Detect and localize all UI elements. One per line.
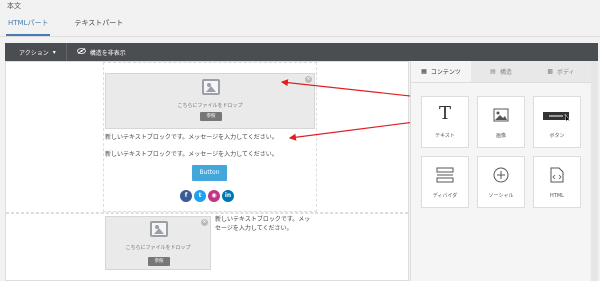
block-html-label: HTML <box>550 193 564 199</box>
facebook-icon[interactable]: f <box>180 190 192 202</box>
tab-contents[interactable]: ▦ コンテンツ <box>411 61 471 82</box>
email-editor-page: 本文 HTMLパート テキストパート アクション ▾ 構造を非表示 こちらにファ… <box>0 0 600 281</box>
structure-icon: ▤ <box>490 68 496 75</box>
block-text[interactable]: T テキスト <box>421 96 469 148</box>
section-title: 本文 <box>7 2 21 10</box>
drop-text: こちらにファイルをドロップ <box>125 245 191 251</box>
button-icon <box>543 107 571 126</box>
block-html[interactable]: HTML <box>533 156 581 208</box>
tabs-divider <box>0 36 600 37</box>
block-text-label: テキスト <box>435 133 455 139</box>
grid-icon: ▦ <box>421 68 427 75</box>
action-label: アクション <box>19 49 49 57</box>
image-dropzone-bottom[interactable]: こちらにファイルをドロップ 参照 × <box>105 216 211 270</box>
block-social[interactable]: ソーシャル <box>477 156 525 208</box>
content-block-grid: T テキスト 画像 ボタン ディバイダ ソーシャル HTML <box>421 96 581 208</box>
block-divider-label: ディバイダ <box>432 193 458 199</box>
body-icon: ▩ <box>547 68 554 75</box>
twitter-icon[interactable]: t <box>194 190 206 202</box>
text-block-3[interactable]: 新しいテキストブロックです。メッセージを入力してください。 <box>215 215 313 233</box>
tab-html-part[interactable]: HTMLパート <box>6 14 51 36</box>
block-button[interactable]: ボタン <box>533 96 581 148</box>
block-divider[interactable]: ディバイダ <box>421 156 469 208</box>
close-icon[interactable]: × <box>201 219 208 226</box>
action-menu-button[interactable]: アクション ▾ <box>5 43 67 61</box>
hide-structure-label: 構造を非表示 <box>89 49 126 57</box>
browse-button[interactable]: 参照 <box>148 257 170 266</box>
linkedin-icon[interactable]: in <box>222 190 234 202</box>
tab-body-label: ボディ <box>557 69 575 76</box>
email-button-block[interactable]: Button <box>192 165 227 181</box>
tab-structure-label: 構造 <box>499 69 512 76</box>
block-image-label: 画像 <box>495 133 506 139</box>
content-panel: ▦ コンテンツ ▤ 構造 ▩ ボディ T テキスト 画像 ボタン ディバイダ ソ… <box>410 61 591 281</box>
instagram-icon[interactable]: ◉ <box>208 190 220 202</box>
drop-text: こちらにファイルをドロップ <box>177 103 243 109</box>
block-image[interactable]: 画像 <box>477 96 525 148</box>
image-dropzone-top[interactable]: こちらにファイルをドロップ 参照 × <box>105 73 315 129</box>
divider-icon <box>436 167 454 187</box>
html-icon <box>550 167 564 187</box>
chevron-down-icon: ▾ <box>52 48 56 56</box>
text-icon: T <box>438 103 452 124</box>
email-canvas: こちらにファイルをドロップ 参照 × 新しいテキストブロックです。メッセージを入… <box>5 61 409 281</box>
block-button-label: ボタン <box>549 133 565 139</box>
text-block-1[interactable]: 新しいテキストブロックです。メッセージを入力してください。 <box>105 132 278 141</box>
eye-off-icon <box>76 48 86 56</box>
text-block-2[interactable]: 新しいテキストブロックです。メッセージを入力してください。 <box>105 149 278 158</box>
image-icon <box>493 107 509 126</box>
tab-body[interactable]: ▩ ボディ <box>531 61 591 82</box>
social-icon <box>493 167 509 187</box>
editor-toolbar: アクション ▾ 構造を非表示 <box>5 43 598 61</box>
close-icon[interactable]: × <box>305 76 312 83</box>
tab-contents-label: コンテンツ <box>430 69 461 76</box>
panel-tabs: ▦ コンテンツ ▤ 構造 ▩ ボディ <box>411 61 591 83</box>
page-scrollbar[interactable] <box>591 61 598 281</box>
block-social-label: ソーシャル <box>488 193 514 199</box>
image-placeholder-icon <box>202 79 220 95</box>
image-placeholder-icon <box>150 221 168 237</box>
hide-structure-button[interactable]: 構造を非表示 <box>67 48 126 57</box>
browse-button[interactable]: 参照 <box>200 112 222 121</box>
part-tabs: HTMLパート テキストパート <box>6 14 147 36</box>
tab-text-part[interactable]: テキストパート <box>72 14 125 36</box>
tab-structure[interactable]: ▤ 構造 <box>471 61 531 82</box>
row-divider <box>6 212 408 214</box>
